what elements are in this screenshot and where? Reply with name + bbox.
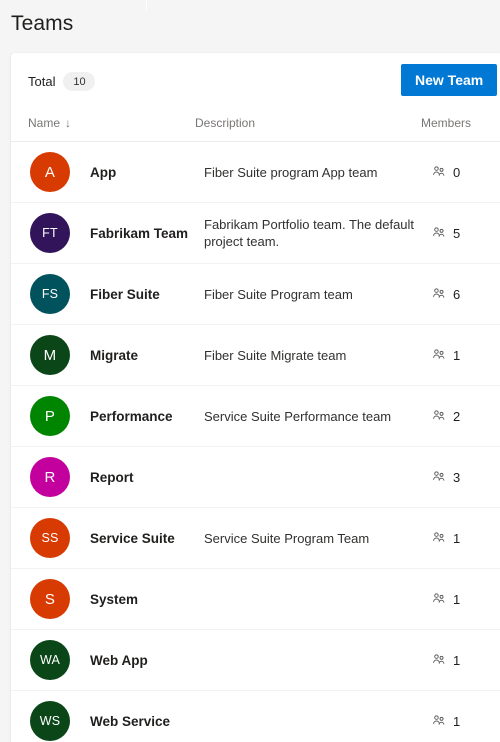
team-description: Service Suite Performance team xyxy=(204,408,392,424)
avatar-web-service: WS xyxy=(30,701,70,741)
team-members: 1 xyxy=(432,508,460,568)
table-row[interactable]: WA Web App 1 xyxy=(11,630,500,691)
team-description xyxy=(204,691,419,742)
team-members: 1 xyxy=(432,325,460,385)
team-members: 1 xyxy=(432,630,460,690)
member-count: 2 xyxy=(453,408,461,424)
total-indicator: Total 10 xyxy=(28,72,96,91)
avatar-fiber-suite: FS xyxy=(30,274,70,314)
team-description: Service Suite Program Team xyxy=(204,530,370,546)
team-description: Fiber Suite Program team xyxy=(204,286,353,302)
total-label: Total xyxy=(28,74,56,89)
team-members: 0 xyxy=(432,142,460,202)
team-description: Fabrikam Portfolio team. The default pro… xyxy=(204,217,415,249)
member-count: 6 xyxy=(453,286,461,302)
people-icon xyxy=(433,532,445,542)
team-description xyxy=(204,630,419,690)
new-team-button[interactable]: New Team xyxy=(401,64,498,96)
top-edge-artifact xyxy=(146,0,147,10)
people-icon xyxy=(433,471,445,481)
avatar-app: A xyxy=(30,152,70,192)
avatar-fabrikam-team: FT xyxy=(30,213,70,253)
people-icon xyxy=(433,410,445,420)
table-row[interactable]: R Report 3 xyxy=(11,447,500,508)
team-members: 3 xyxy=(432,447,460,507)
member-count: 1 xyxy=(453,652,461,668)
table-row[interactable]: FS Fiber Suite Fiber Suite Program team … xyxy=(11,264,500,325)
team-members: 2 xyxy=(432,386,460,446)
member-count: 1 xyxy=(453,530,461,546)
team-name: Performance xyxy=(90,408,173,424)
column-header-name-label: Name xyxy=(28,116,61,130)
team-name: Web App xyxy=(90,652,148,668)
column-header-description[interactable]: Description xyxy=(195,116,255,130)
team-description: Fiber Suite Migrate team xyxy=(204,347,347,363)
people-icon xyxy=(433,349,445,359)
member-count: 1 xyxy=(453,713,461,729)
team-members: 6 xyxy=(432,264,460,324)
team-name: Web Service xyxy=(90,713,171,729)
table-row[interactable]: A App Fiber Suite program App team 0 xyxy=(11,142,500,203)
team-name: Report xyxy=(90,469,134,485)
people-icon xyxy=(433,227,445,237)
avatar-migrate: M xyxy=(30,335,70,375)
member-count: 0 xyxy=(453,164,461,180)
people-icon xyxy=(433,715,445,725)
member-count: 3 xyxy=(453,469,461,485)
team-name: Service Suite xyxy=(90,530,175,546)
table-row[interactable]: FT Fabrikam Team Fabrikam Portfolio team… xyxy=(11,203,500,264)
page-title: Teams xyxy=(11,12,74,35)
table-row[interactable]: P Performance Service Suite Performance … xyxy=(11,386,500,447)
team-name: System xyxy=(90,591,139,607)
table-row[interactable]: WS Web Service 1 xyxy=(11,691,500,742)
people-icon xyxy=(433,288,445,298)
team-description xyxy=(204,447,419,507)
table-column-headers: Name ↓ Description Members xyxy=(11,109,500,142)
team-members: 1 xyxy=(432,569,460,629)
team-description xyxy=(204,569,419,629)
avatar-web-app: WA xyxy=(30,640,70,680)
teams-toolbar: Total 10 New Team xyxy=(11,53,500,109)
table-row[interactable]: SS Service Suite Service Suite Program T… xyxy=(11,508,500,569)
teams-table-body: A App Fiber Suite program App team 0 FT … xyxy=(11,142,500,742)
team-name: Fabrikam Team xyxy=(90,225,189,241)
people-icon xyxy=(433,593,445,603)
team-name: Fiber Suite xyxy=(90,286,160,302)
member-count: 1 xyxy=(453,347,461,363)
member-count: 1 xyxy=(453,591,461,607)
people-icon xyxy=(433,654,445,664)
table-row[interactable]: S System 1 xyxy=(11,569,500,630)
member-count: 5 xyxy=(453,225,461,241)
teams-card: Total 10 New Team Name ↓ Description Mem… xyxy=(11,53,500,742)
column-header-name[interactable]: Name ↓ xyxy=(28,116,71,130)
column-header-members[interactable]: Members xyxy=(421,116,471,130)
avatar-report: R xyxy=(30,457,70,497)
team-members: 5 xyxy=(432,203,460,263)
team-description: Fiber Suite program App team xyxy=(204,164,378,180)
sort-descending-icon: ↓ xyxy=(65,116,72,130)
total-count-badge: 10 xyxy=(63,72,96,91)
table-row[interactable]: M Migrate Fiber Suite Migrate team 1 xyxy=(11,325,500,386)
avatar-performance: P xyxy=(30,396,70,436)
avatar-service-suite: SS xyxy=(30,518,70,558)
avatar-system: S xyxy=(30,579,70,619)
team-members: 1 xyxy=(432,691,460,742)
team-name: Migrate xyxy=(90,347,139,363)
team-name: App xyxy=(90,164,117,180)
people-icon xyxy=(433,166,445,176)
